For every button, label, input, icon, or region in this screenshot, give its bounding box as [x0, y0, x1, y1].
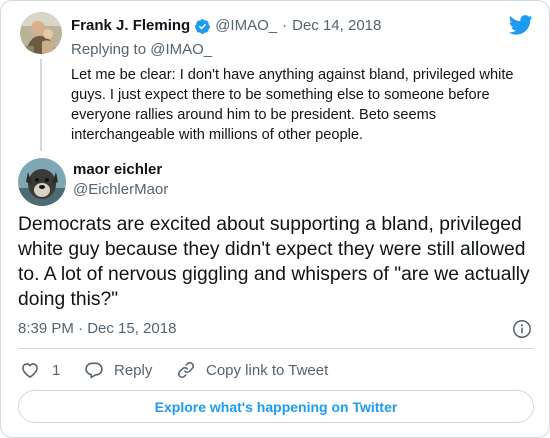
thread-connector-line — [40, 59, 42, 151]
main-author-handle[interactable]: @EichlerMaor — [73, 180, 168, 200]
quoted-tweet-header: Frank J. Fleming @IMAO_ · Dec 14, 2018 — [71, 16, 381, 36]
copy-link-label: Copy link to Tweet — [206, 361, 329, 379]
reply-button[interactable]: Reply — [84, 359, 152, 381]
replying-to-line[interactable]: Replying to @IMAO_ — [71, 40, 212, 60]
reply-label: Reply — [114, 361, 153, 379]
quoted-author-handle[interactable]: @IMAO_ — [215, 16, 277, 36]
copy-link-button[interactable]: Copy link to Tweet — [176, 359, 328, 381]
verified-badge-icon — [194, 18, 211, 35]
like-button[interactable]: 1 — [20, 359, 60, 381]
main-author-avatar[interactable] — [18, 158, 66, 206]
main-tweet-text: Democrats are excited about supporting a… — [18, 214, 530, 310]
quoted-tweet-text: Let me be clear: I don't have anything a… — [71, 67, 514, 143]
quoted-author-avatar[interactable] — [20, 12, 62, 54]
link-icon — [178, 362, 194, 378]
quoted-tweet-date[interactable]: Dec 14, 2018 — [292, 16, 381, 36]
main-author-name[interactable]: maor eichler — [73, 160, 162, 180]
divider — [18, 348, 534, 349]
twitter-bird-icon[interactable] — [509, 15, 533, 35]
info-icon[interactable] — [512, 319, 532, 339]
tweet-timestamp[interactable]: 8:39 PM · Dec 15, 2018 — [18, 319, 176, 339]
reply-bubble-icon — [85, 362, 103, 379]
explore-twitter-button[interactable]: Explore what's happening on Twitter — [18, 390, 534, 423]
tweet-embed-card: Frank J. Fleming @IMAO_ · Dec 14, 2018 R… — [0, 0, 550, 438]
heart-icon — [22, 363, 38, 378]
like-count: 1 — [52, 361, 61, 379]
quoted-author-name[interactable]: Frank J. Fleming — [71, 16, 190, 36]
header-separator: · — [282, 17, 288, 34]
